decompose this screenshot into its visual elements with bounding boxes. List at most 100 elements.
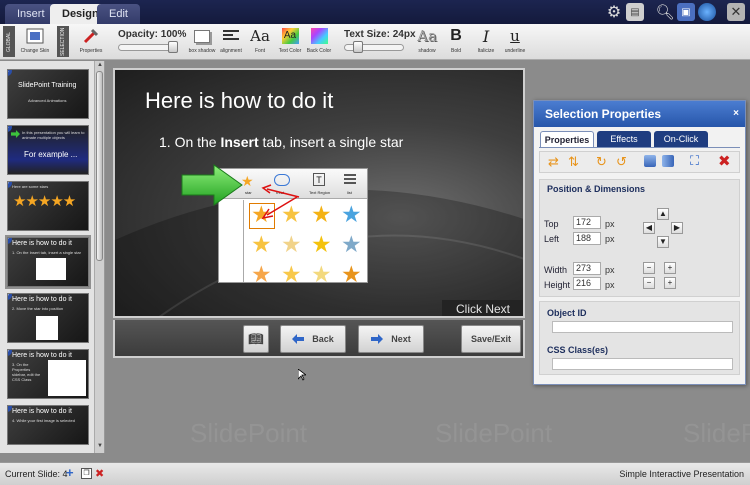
text-color-label: Text Color [278,48,302,54]
css-class-input[interactable] [552,358,733,370]
arrow-left-icon [292,334,305,344]
alignment-label: alignment [220,48,242,54]
opacity-slider-thumb[interactable] [168,41,178,53]
notes-book-button[interactable]: 📖︎ [243,325,269,353]
thumbnail-subtitle: 4. While your first image is selected [12,418,75,423]
thumbnail-title: Here is how to do it [12,240,72,247]
nudge-left-button[interactable]: ◀ [643,222,655,234]
document-icon[interactable]: ▤ [626,3,644,21]
tab-insert[interactable]: Insert [5,4,57,24]
underline-button[interactable]: u underline [502,26,528,58]
bold-button[interactable]: B Bold [443,26,469,58]
text-color-icon: Aa [278,26,302,46]
panel-header[interactable]: Selection Properties × [534,101,745,127]
click-next-caption[interactable]: Click Next [442,300,523,316]
scroll-up-icon[interactable]: ▲ [97,62,103,68]
width-decrease-button[interactable]: − [643,262,655,274]
change-skin-button[interactable]: Change Skin [20,26,50,58]
text-shadow-label: shadow [418,48,436,54]
slide-number-badge: 1 [8,70,12,76]
green-arrow-icon [11,130,20,138]
slide-thumbnail-6[interactable]: 6 Here is how to do it 3. On the Propert… [7,349,89,399]
top-tab-bar: Insert Design Edit ⚙ ▤ 🔍︎ ▣ ✕ [0,0,750,24]
slide-bullet-text[interactable]: 1. On the Insert tab, insert a single st… [159,134,403,150]
send-backward-icon[interactable]: ⇅ [568,154,579,170]
globe-icon[interactable] [698,3,716,21]
top-input[interactable]: 172 [573,216,601,229]
watermark-text: SlidePoint [190,418,308,448]
next-button[interactable]: Next [358,325,424,353]
tab-properties[interactable]: Properties [540,131,594,147]
add-slide-icon[interactable]: + [66,466,77,479]
height-increase-button[interactable]: + [664,277,676,289]
fit-to-slide-icon[interactable]: ⛶ [690,153,699,169]
rotate-left-icon[interactable]: ↺ [616,154,627,170]
slide-thumbnail-4[interactable]: 4 Here is how to do it 1. On the Insert … [5,235,91,289]
width-input[interactable]: 273 [573,262,601,275]
slide-canvas[interactable]: Here is how to do it 1. On the Insert ta… [113,68,525,318]
thumbnail-subtitle: In this presentation you will learn to a… [22,130,85,140]
tools-icon [79,26,103,46]
font-glyph-icon: Aa [250,27,270,45]
delete-icon[interactable]: ✖ [718,152,731,170]
top-unit: px [605,219,615,229]
tab-underline [539,147,740,148]
align-side-icon[interactable] [662,155,674,167]
close-icon[interactable]: × [733,101,739,127]
font-label: Font [254,48,265,54]
save-exit-button[interactable]: Save/Exit [461,325,521,353]
magnifier-icon[interactable]: 🔍︎ [655,3,674,21]
height-input[interactable]: 216 [573,277,601,290]
height-decrease-button[interactable]: − [643,277,655,289]
thumbnail-subtitle: 3. On the Properties sidebar, edit the C… [12,362,41,382]
tab-edit[interactable]: Edit [97,4,140,24]
rotate-right-icon[interactable]: ↻ [596,154,607,170]
box-shadow-icon [190,26,214,46]
scroll-down-icon[interactable]: ▼ [97,443,103,449]
app-name-label: Simple Interactive Presentation [619,469,744,479]
align-left-icon [219,26,243,46]
current-slide-label: Current Slide: 4 [5,469,68,479]
slide-thumbnail-1[interactable]: 1 SlidePoint Training Advanced Animation… [7,69,89,119]
left-label: Left [544,234,560,244]
nudge-down-button[interactable]: ▼ [657,236,669,248]
text-color-button[interactable]: Aa Text Color [277,26,303,58]
slide-thumbnail-2[interactable]: 2 In this presentation you will learn to… [7,125,89,175]
tab-effects[interactable]: Effects [597,131,651,147]
gear-icon[interactable]: ⚙ [605,3,623,21]
scrollbar-thumb[interactable] [96,71,103,261]
nudge-up-button[interactable]: ▲ [657,208,669,220]
close-app-icon[interactable]: ✕ [727,3,745,21]
slide-thumbnail-5[interactable]: 5 Here is how to do it 2. Move the star … [7,293,89,343]
nudge-right-button[interactable]: ▶ [671,222,683,234]
top-label: Top [544,219,559,229]
duplicate-slide-icon[interactable]: ❐ [81,468,92,479]
back-color-icon [307,26,331,46]
tab-on-click[interactable]: On-Click [654,131,708,147]
floppy-disk-icon[interactable]: ▣ [677,3,695,21]
back-color-button[interactable]: Back Color [306,26,332,58]
delete-slide-icon[interactable]: ✖ [95,467,104,480]
text-size-slider-thumb[interactable] [353,41,363,53]
properties-label: Properties [79,48,103,54]
back-button[interactable]: Back [280,325,346,353]
slide-thumbnail-3[interactable]: 3 Here are some stars ★★★★★ [7,181,89,231]
thumbnail-subtitle: 2. Move the star into position [12,306,64,311]
thumbnail-scrollbar[interactable]: ▲ ▼ [94,61,104,453]
properties-button[interactable]: Properties [76,26,106,58]
align-top-icon[interactable] [644,155,656,167]
slide-title[interactable]: Here is how to do it [145,88,333,114]
font-button[interactable]: Aa Font [248,26,272,58]
underline-label: underline [504,48,526,54]
bold-icon: B [450,27,462,44]
box-shadow-button[interactable]: box shadow [188,26,216,58]
width-increase-button[interactable]: + [664,262,676,274]
object-id-input[interactable] [552,321,733,333]
alignment-button[interactable]: alignment [218,26,244,58]
slide-thumbnail-7[interactable]: 7 Here is how to do it 4. While your fir… [7,405,89,445]
bring-forward-icon[interactable]: ⇄ [548,154,559,170]
bullet-suffix: tab, insert a single star [258,134,404,150]
text-shadow-button[interactable]: Aa shadow [414,26,440,58]
left-input[interactable]: 188 [573,232,601,245]
italic-button[interactable]: I Italicize [473,26,499,58]
